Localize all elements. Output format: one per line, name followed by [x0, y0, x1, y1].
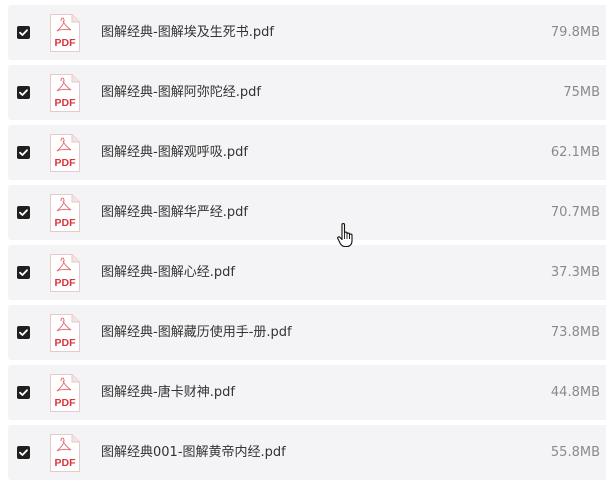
file-row[interactable]: PDF 图解经典-图解观呼吸.pdf 62.1MB [8, 125, 606, 180]
file-size: 79.8MB [550, 25, 600, 40]
file-row[interactable]: PDF 图解经典-图解埃及生死书.pdf 79.8MB [8, 5, 606, 60]
pdf-label: PDF [55, 157, 77, 169]
file-name[interactable]: 图解经典-图解埃及生死书.pdf [101, 5, 274, 60]
pdf-file-icon: PDF [49, 133, 81, 173]
file-size: 62.1MB [550, 145, 600, 160]
pdf-file-icon: PDF [49, 73, 81, 113]
file-row[interactable]: PDF 图解经典-唐卡财神.pdf 44.8MB [8, 365, 606, 420]
file-row[interactable]: PDF 图解经典001-图解黄帝内经.pdf 55.8MB [8, 425, 606, 480]
pdf-file-icon: PDF [49, 433, 81, 473]
file-list: PDF 图解经典-图解埃及生死书.pdf 79.8MB PDF 图解经典-图解阿… [0, 0, 606, 484]
file-row[interactable]: PDF 图解经典-图解华严经.pdf 70.7MB [8, 185, 606, 240]
pdf-label: PDF [55, 37, 77, 49]
file-size: 70.7MB [550, 205, 600, 220]
checkbox-checked-icon[interactable] [17, 146, 30, 159]
file-name[interactable]: 图解经典-唐卡财神.pdf [101, 365, 235, 420]
file-row[interactable]: PDF 图解经典-图解阿弥陀经.pdf 75MB [8, 65, 606, 120]
checkbox-checked-icon[interactable] [17, 86, 30, 99]
file-size: 55.8MB [550, 445, 600, 460]
pdf-file-icon: PDF [49, 373, 81, 413]
pdf-label: PDF [55, 97, 77, 109]
checkbox-checked-icon[interactable] [17, 326, 30, 339]
pdf-label: PDF [55, 277, 77, 289]
file-row[interactable]: PDF 图解经典-图解藏历使用手-册.pdf 73.8MB [8, 305, 606, 360]
file-name[interactable]: 图解经典-图解观呼吸.pdf [101, 125, 248, 180]
pdf-label: PDF [55, 397, 77, 409]
pdf-file-icon: PDF [49, 193, 81, 233]
checkbox-checked-icon[interactable] [17, 386, 30, 399]
checkbox-checked-icon[interactable] [17, 266, 30, 279]
file-name[interactable]: 图解经典-图解阿弥陀经.pdf [101, 65, 261, 120]
pdf-label: PDF [55, 217, 77, 229]
pdf-label: PDF [55, 457, 77, 469]
checkbox-checked-icon[interactable] [17, 206, 30, 219]
file-size: 44.8MB [550, 385, 600, 400]
file-name[interactable]: 图解经典-图解藏历使用手-册.pdf [101, 305, 292, 360]
checkbox-checked-icon[interactable] [17, 26, 30, 39]
file-size: 37.3MB [550, 265, 600, 280]
file-row[interactable]: PDF 图解经典-图解心经.pdf 37.3MB [8, 245, 606, 300]
file-name[interactable]: 图解经典-图解心经.pdf [101, 245, 235, 300]
pdf-file-icon: PDF [49, 253, 81, 293]
file-name[interactable]: 图解经典001-图解黄帝内经.pdf [101, 425, 286, 480]
pdf-file-icon: PDF [49, 13, 81, 53]
pdf-label: PDF [55, 337, 77, 349]
file-size: 73.8MB [550, 325, 600, 340]
checkbox-checked-icon[interactable] [17, 446, 30, 459]
file-name[interactable]: 图解经典-图解华严经.pdf [101, 185, 248, 240]
file-size: 75MB [563, 85, 600, 100]
pdf-file-icon: PDF [49, 313, 81, 353]
